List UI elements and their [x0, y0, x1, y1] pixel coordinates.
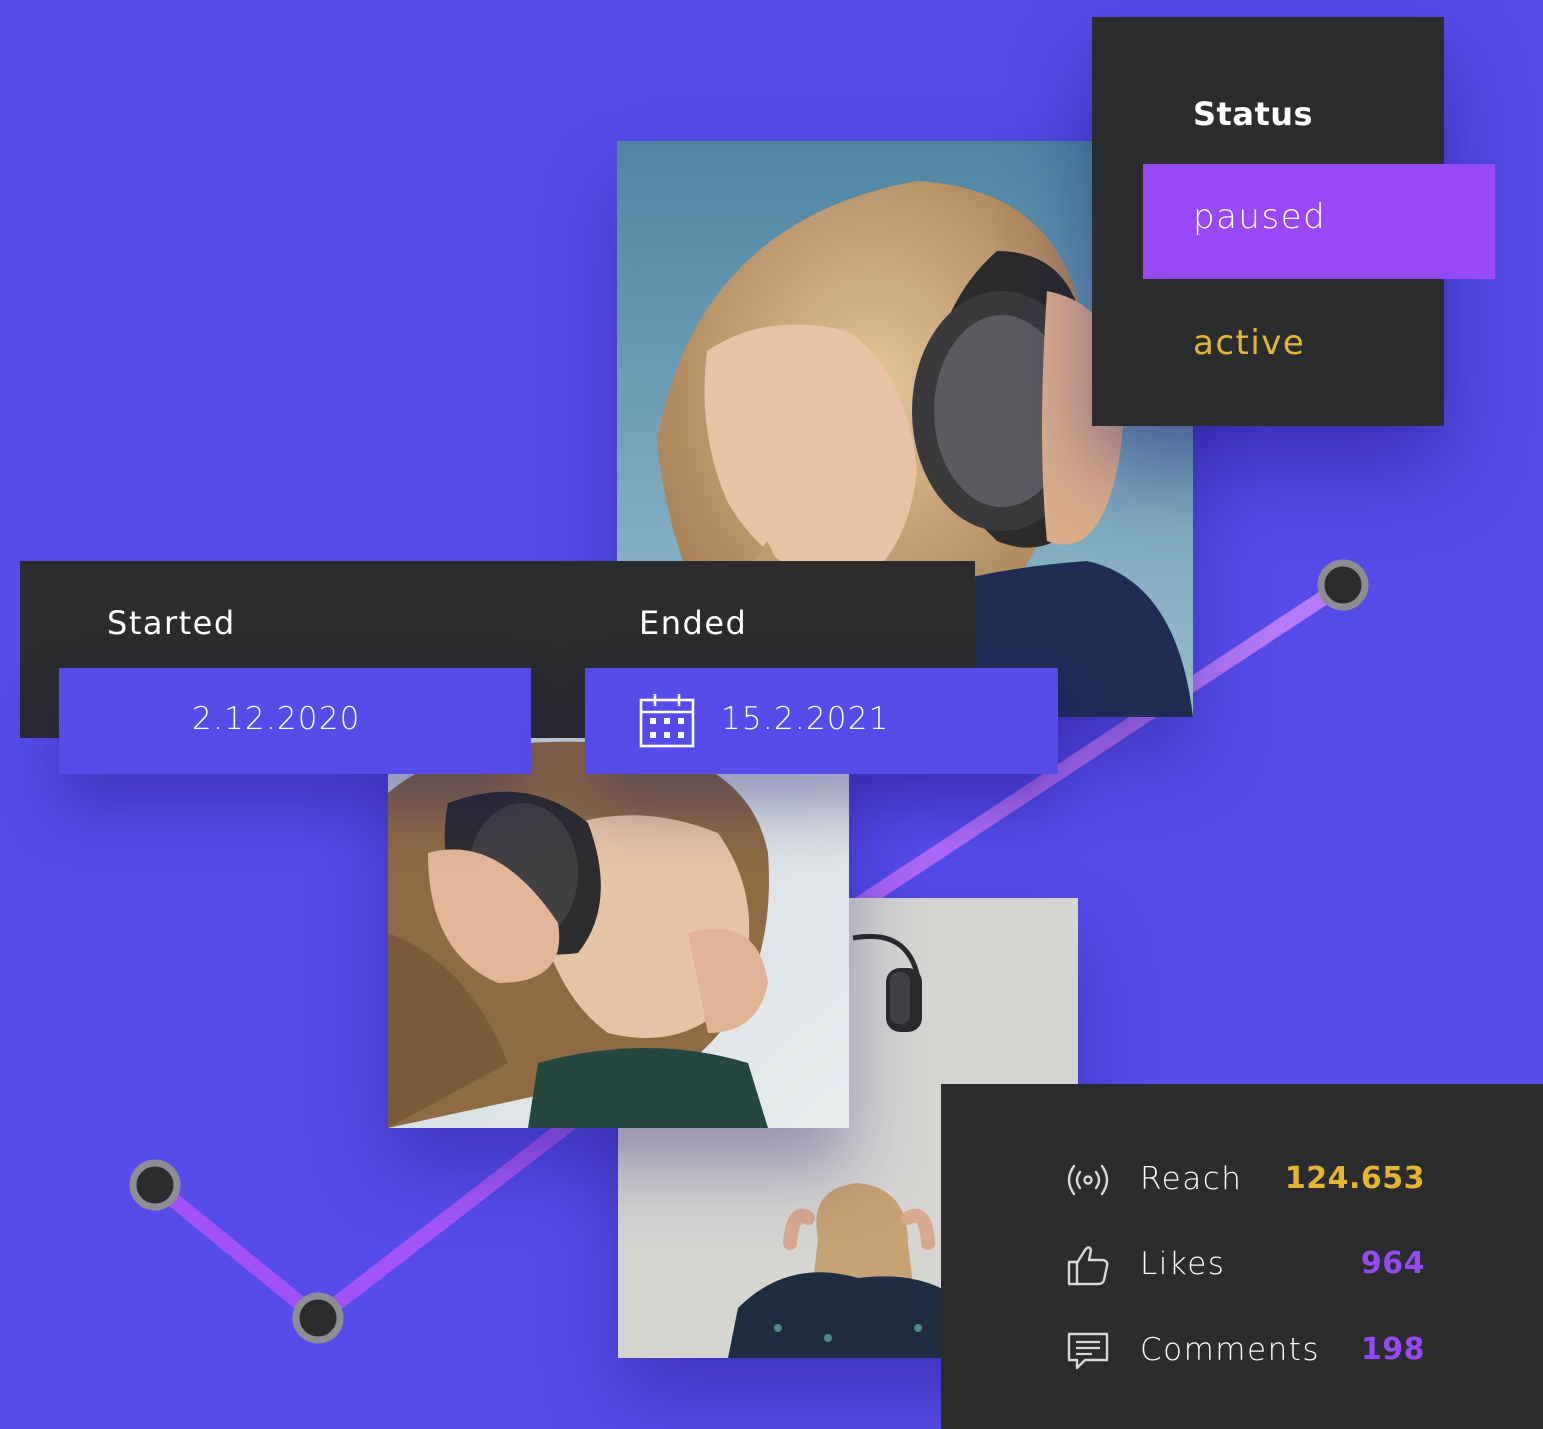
- ended-label: Ended: [639, 604, 748, 642]
- stat-row-comments: Comments 198: [941, 1321, 1543, 1381]
- photo-girl-smiling-headphones: [388, 733, 849, 1128]
- started-date-field[interactable]: 2.12.2020: [59, 668, 531, 774]
- stat-row-likes: Likes 964: [941, 1235, 1543, 1295]
- engagement-stats-panel: Reach 124.653 Likes 964 Comments 198: [941, 1084, 1543, 1429]
- calendar-icon[interactable]: [638, 691, 696, 749]
- ended-date-field[interactable]: 15.2.2021: [585, 668, 1058, 774]
- comments-value: 198: [1360, 1332, 1425, 1367]
- started-date-value: 2.12.2020: [192, 701, 361, 737]
- reach-value: 124.653: [1284, 1161, 1425, 1196]
- likes-label: Likes: [1140, 1246, 1226, 1282]
- comment-icon: [1067, 1332, 1109, 1370]
- graph-marker: [129, 1159, 181, 1211]
- status-option-active[interactable]: active: [1193, 323, 1305, 363]
- status-title: Status: [1193, 95, 1314, 133]
- reach-label: Reach: [1140, 1161, 1243, 1197]
- graph-marker: [1317, 559, 1369, 611]
- likes-value: 964: [1360, 1246, 1425, 1281]
- status-option-paused-label: paused: [1193, 197, 1327, 237]
- ended-date-value: 15.2.2021: [721, 701, 890, 737]
- graph-marker: [292, 1292, 344, 1344]
- status-option-paused[interactable]: paused: [1143, 164, 1495, 279]
- broadcast-icon: [1067, 1164, 1109, 1196]
- thumbs-up-icon: [1067, 1246, 1109, 1286]
- started-label: Started: [107, 604, 236, 642]
- comments-label: Comments: [1140, 1332, 1321, 1368]
- stat-row-reach: Reach 124.653: [941, 1150, 1543, 1210]
